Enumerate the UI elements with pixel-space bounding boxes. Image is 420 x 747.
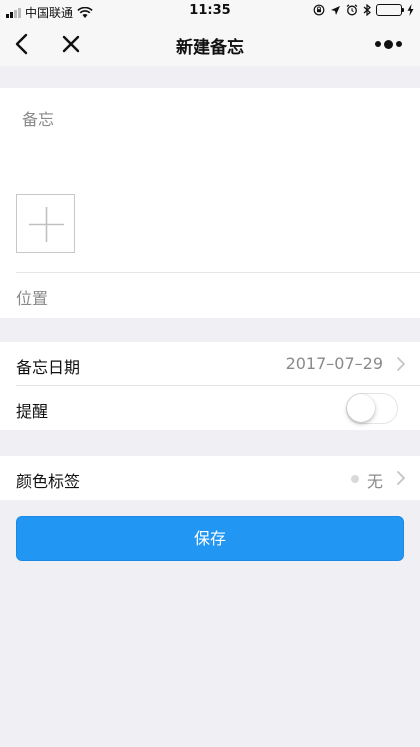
color-tag-label: 颜色标签: [16, 472, 81, 491]
settings-group: 备忘日期 2017–07–29 提醒: [0, 342, 420, 430]
status-bar: 中国联通 11:35: [0, 0, 420, 22]
color-tag-value: 无: [366, 472, 383, 491]
date-label: 备忘日期: [16, 358, 81, 377]
charging-icon: [407, 4, 414, 16]
tag-group: 颜色标签 无: [0, 456, 420, 500]
memo-card: 备忘 位置: [0, 88, 420, 318]
nav-bar: 新建备忘: [0, 22, 420, 66]
reminder-toggle[interactable]: [346, 393, 398, 424]
toggle-knob: [347, 394, 375, 422]
date-row[interactable]: 备忘日期 2017–07–29: [0, 342, 420, 386]
color-tag-row[interactable]: 颜色标签 无: [0, 456, 420, 500]
status-right: [313, 4, 414, 16]
memo-text-input[interactable]: 备忘: [22, 106, 54, 130]
divider: [16, 272, 420, 273]
chevron-right-icon: [397, 471, 405, 485]
page-title: 新建备忘: [176, 38, 244, 58]
more-dots-icon: [374, 39, 402, 49]
add-image-button[interactable]: [16, 194, 75, 253]
bluetooth-icon: [363, 4, 371, 16]
alarm-icon: [346, 4, 358, 16]
plus-icon: [29, 207, 64, 242]
more-button[interactable]: [368, 31, 408, 57]
location-icon: [331, 5, 340, 15]
color-dot-icon: [351, 475, 359, 483]
date-value: 2017–07–29: [285, 354, 383, 373]
screen: 中国联通 11:35 新建备忘 备忘 位置 备忘日期 2017–07–29 提醒…: [0, 0, 420, 747]
battery-icon: [376, 4, 404, 16]
chevron-right-icon: [397, 357, 405, 371]
reminder-label: 提醒: [16, 402, 49, 421]
lock-rotation-icon: [313, 4, 325, 16]
location-field[interactable]: 位置: [16, 285, 48, 309]
reminder-row: 提醒: [0, 386, 420, 430]
save-button[interactable]: 保存: [16, 516, 404, 561]
